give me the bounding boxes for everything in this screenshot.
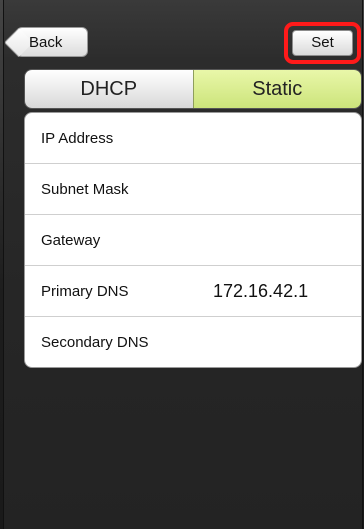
back-button-label: Back bbox=[29, 34, 63, 51]
subnet-mask-row[interactable]: Subnet Mask bbox=[25, 164, 361, 215]
gateway-label: Gateway bbox=[41, 232, 101, 249]
ip-mode-segmented-control: DHCP Static bbox=[24, 69, 362, 109]
ip-address-label: IP Address bbox=[41, 130, 114, 147]
back-button[interactable]: Back bbox=[16, 27, 88, 57]
gateway-row[interactable]: Gateway bbox=[25, 215, 361, 266]
set-button-highlight: Set bbox=[284, 22, 361, 64]
secondary-dns-label: Secondary DNS bbox=[41, 334, 149, 351]
set-button-label: Set bbox=[311, 34, 334, 51]
primary-dns-value[interactable]: 172.16.42.1 bbox=[213, 266, 308, 317]
segment-static[interactable]: Static bbox=[192, 70, 361, 108]
primary-dns-row[interactable]: Primary DNS 172.16.42.1 bbox=[25, 266, 361, 317]
subnet-mask-label: Subnet Mask bbox=[41, 181, 129, 198]
ip-address-row[interactable]: IP Address bbox=[25, 113, 361, 164]
secondary-dns-row[interactable]: Secondary DNS bbox=[25, 317, 361, 367]
primary-dns-label: Primary DNS bbox=[41, 283, 129, 300]
segment-dhcp[interactable]: DHCP bbox=[25, 70, 193, 108]
set-button[interactable]: Set bbox=[292, 30, 353, 56]
ip-settings-list: IP Address Subnet Mask Gateway Primary D… bbox=[24, 112, 362, 368]
network-settings-screen: Back Set DHCP Static IP Address Subnet M… bbox=[3, 0, 363, 529]
